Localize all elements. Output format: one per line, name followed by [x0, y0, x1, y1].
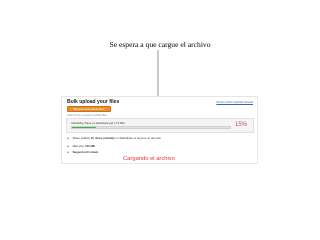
bullet-icon: ►: [67, 136, 70, 140]
share-privacy-row: ► Share publicly Or share privately on S…: [67, 136, 161, 140]
max-size-row: ► Max size: 100 MB: [67, 144, 95, 148]
progress-percent: 15%: [234, 122, 247, 128]
bullet-icon: ►: [67, 150, 70, 154]
supported-formats-row: ► Supported Formats: [67, 150, 98, 154]
row-prefix: Max size:: [72, 144, 86, 148]
uploading-status: Uploading 'Save vs slideshare.ppt' (7.9 …: [71, 121, 125, 125]
upload-progress-panel: Uploading 'Save vs slideshare.ppt' (7.9 …: [66, 118, 254, 133]
row-bold[interactable]: Or share privately: [91, 136, 115, 140]
row-bold: 100 MB: [85, 144, 95, 148]
row-prefix: Share publicly: [72, 136, 91, 140]
page-title: Bulk upload your files: [67, 99, 120, 105]
upload-screenshot: Bulk upload your files Show public uploa…: [61, 96, 258, 164]
progress-bar: [71, 126, 231, 129]
multi-select-hint: hold Ctrl key to select multiple files: [67, 113, 107, 117]
slide-caption: Se espera a que cargue el archivo: [109, 40, 211, 49]
progress-bar-fill: [72, 127, 96, 128]
loading-annotation: Cargando el archivo: [123, 156, 175, 162]
row-suffix: on SlideShare or anyone on the web: [115, 136, 161, 140]
bullet-icon: ►: [67, 144, 70, 148]
browse-files-button[interactable]: Browse and select files: [67, 106, 111, 112]
row-bold[interactable]: Supported Formats: [73, 150, 99, 154]
public-uploads-link[interactable]: Show public uploads ahead: [216, 100, 253, 104]
